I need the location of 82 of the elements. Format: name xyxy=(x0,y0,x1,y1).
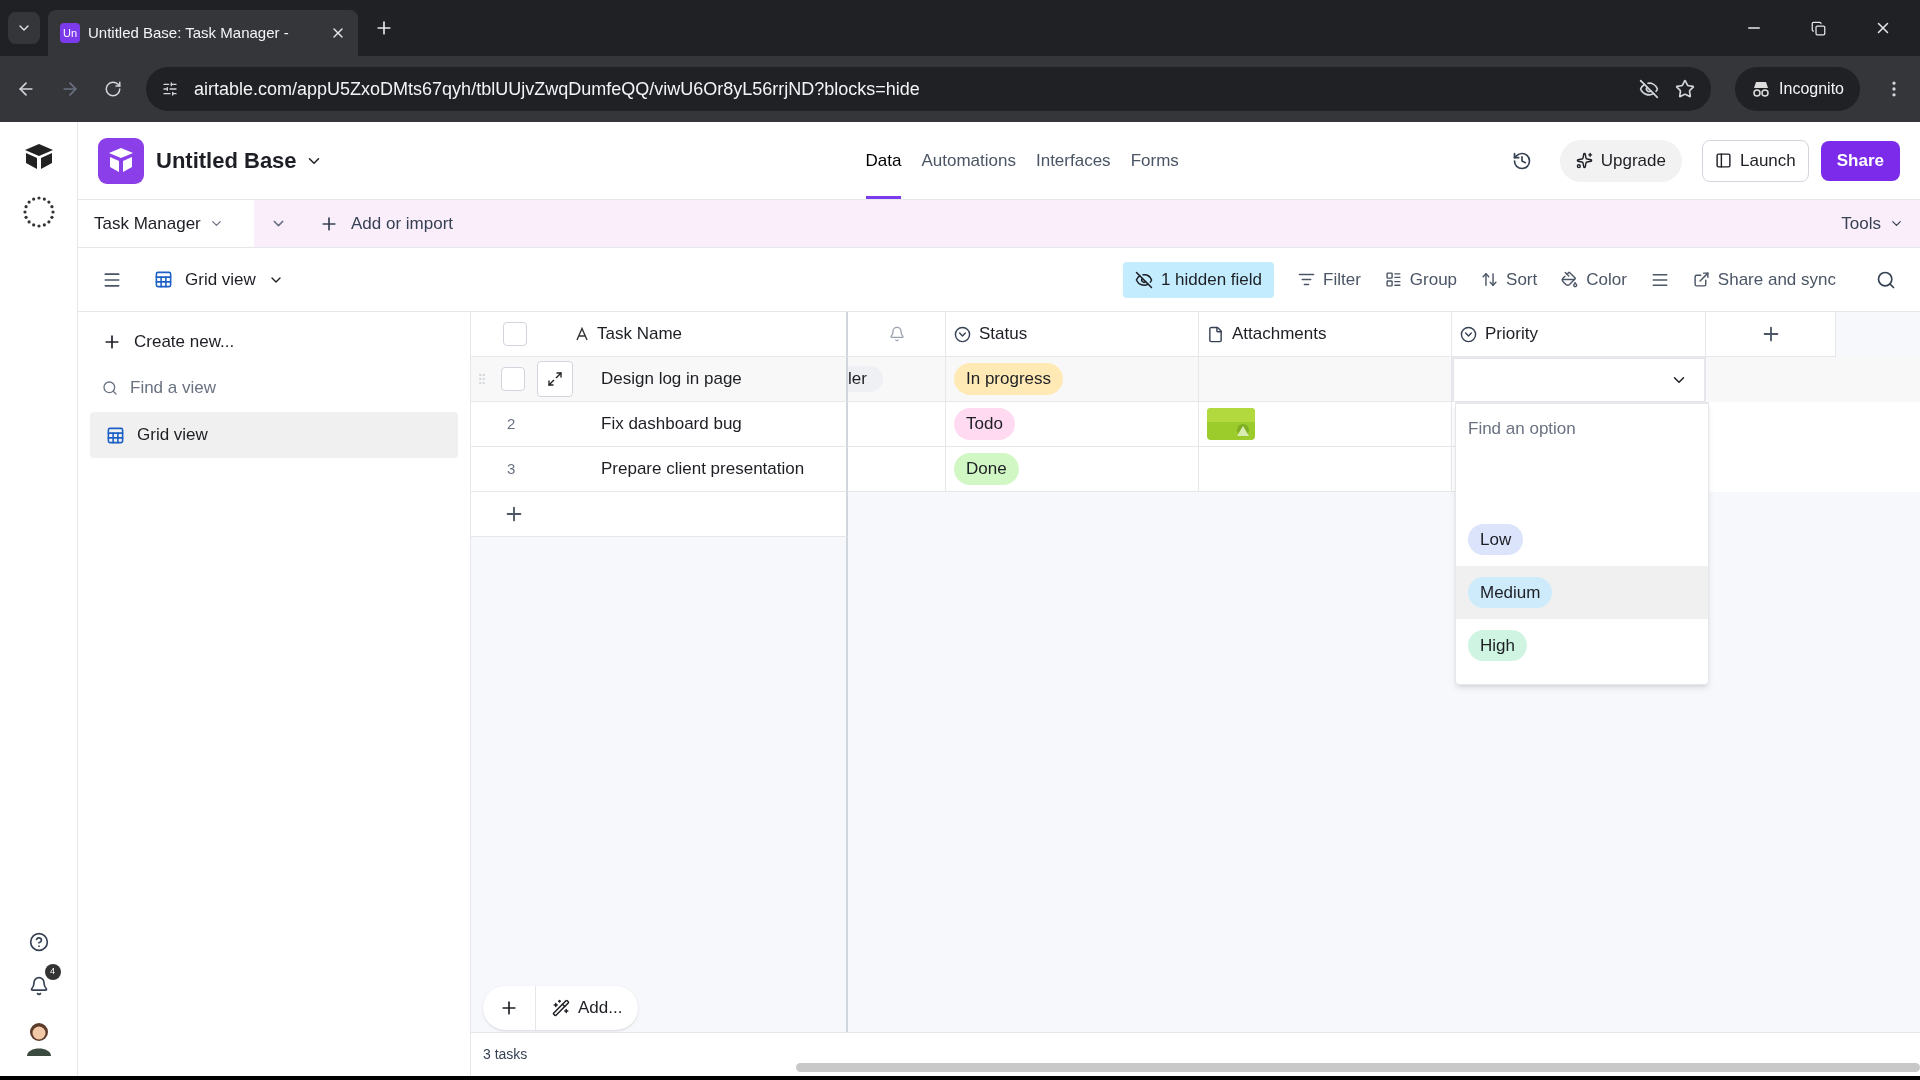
row-checkbox[interactable] xyxy=(501,367,525,391)
bookmark-icon[interactable] xyxy=(1675,79,1696,99)
reload-icon[interactable] xyxy=(104,80,122,98)
option-tag: Medium xyxy=(1468,576,1553,609)
nav-tab[interactable]: Automations xyxy=(921,122,1016,199)
record-count: 3 tasks xyxy=(483,1045,528,1064)
status-tag: Done xyxy=(954,453,1019,485)
select-field-icon xyxy=(954,325,971,343)
toolbar-button[interactable]: Filter xyxy=(1298,266,1361,293)
url-text: airtable.com/appU5ZxoDMts67qyh/tblUUjvZwqDumfeQQ/viwU6Or8yL56rrjND?blocks=hide xyxy=(194,77,921,101)
row-number: 3 xyxy=(507,458,516,479)
hidden-fields-button[interactable]: 1 hidden field xyxy=(1122,261,1274,298)
column-header[interactable]: Task Name xyxy=(597,321,683,347)
launch-button[interactable]: Launch xyxy=(1701,139,1809,182)
toolbar-button[interactable]: Color xyxy=(1561,266,1627,293)
incognito-icon xyxy=(1751,81,1772,97)
file-icon xyxy=(1207,325,1224,343)
history-icon[interactable] xyxy=(1511,150,1532,171)
share-button[interactable]: Share xyxy=(1820,140,1900,181)
find-view-field[interactable]: Find a view xyxy=(130,375,446,401)
toolbar-button[interactable]: Share and sync xyxy=(1692,266,1836,293)
search-icon xyxy=(102,380,118,396)
select-all-checkbox[interactable] xyxy=(503,322,527,346)
create-new-button[interactable]: Create new... xyxy=(90,320,458,364)
base-name[interactable]: Untitled Base xyxy=(156,144,297,177)
view-switcher[interactable]: Grid view xyxy=(154,266,284,293)
grid-icon xyxy=(106,425,125,445)
dropdown-option[interactable]: High xyxy=(1456,619,1708,672)
option-search-field[interactable]: Find an option xyxy=(1456,403,1708,453)
expand-record-button[interactable] xyxy=(537,361,573,397)
share-icon xyxy=(1692,271,1710,288)
editing-cell[interactable] xyxy=(1452,357,1706,402)
nav-tab[interactable]: Forms xyxy=(1130,122,1179,199)
dropdown-option[interactable]: Medium xyxy=(1456,566,1708,619)
address-bar[interactable]: airtable.com/appU5ZxoDMts67qyh/tblUUjvZwqDumfeQQ/viwU6Or8yL56rrjND?blocks=hide xyxy=(146,67,1712,111)
option-tag: Low xyxy=(1468,523,1524,556)
sort-icon xyxy=(1481,271,1499,288)
sparkles-icon xyxy=(1575,152,1593,169)
expand-icon xyxy=(547,371,563,387)
base-icon[interactable] xyxy=(98,137,144,184)
column-header[interactable]: Priority xyxy=(1485,321,1538,347)
text-field-icon xyxy=(575,327,589,341)
group-icon xyxy=(1384,271,1402,288)
table-cell-text: Design log in page xyxy=(601,368,742,391)
tab-list-button[interactable] xyxy=(8,12,40,44)
browser-tab[interactable]: Un Untitled Base: Task Manager - xyxy=(48,10,358,56)
tools-button[interactable]: Tools xyxy=(1841,210,1904,237)
help-icon[interactable] xyxy=(28,932,49,952)
eye-off-icon xyxy=(1134,270,1153,289)
panel-icon xyxy=(1714,152,1732,169)
column-header[interactable]: Status xyxy=(979,321,1028,347)
select-field-icon xyxy=(1460,325,1477,343)
status-tag: Todo xyxy=(954,408,1015,440)
search-icon[interactable] xyxy=(1876,269,1896,290)
add-or-import-button[interactable]: Add or import xyxy=(319,210,454,237)
magic-wand-icon xyxy=(552,999,570,1017)
tab-title: Untitled Base: Task Manager - xyxy=(88,22,290,43)
grid-icon xyxy=(154,270,173,289)
option-tag: High xyxy=(1468,629,1527,662)
table-tab[interactable]: Task Manager xyxy=(78,200,254,247)
status-tag: In progress xyxy=(954,363,1064,395)
view-item[interactable]: Grid view xyxy=(90,412,458,458)
row-number: 2 xyxy=(507,413,516,434)
table-cell-text: Prepare client presentation xyxy=(601,458,805,481)
notification-count: 4 xyxy=(44,964,61,980)
toolbar-button[interactable]: Sort xyxy=(1481,266,1538,293)
horizontal-scrollbar[interactable] xyxy=(796,1063,1920,1072)
notification-bell-icon[interactable] xyxy=(28,976,49,996)
eye-off-icon[interactable] xyxy=(1639,79,1660,99)
dropdown-option[interactable]: Low xyxy=(1456,513,1708,566)
paint-bucket-icon xyxy=(1561,271,1579,288)
bell-icon xyxy=(888,326,905,342)
filter-icon xyxy=(1298,271,1315,288)
toolbar-button[interactable]: Group xyxy=(1384,266,1458,293)
incognito-button[interactable]: Incognito xyxy=(1735,67,1860,111)
table-cell-text: Fix dashboard bug xyxy=(601,413,742,436)
table-cell: ler xyxy=(848,366,883,392)
restore-icon[interactable] xyxy=(1811,20,1826,36)
site-settings-icon[interactable] xyxy=(162,81,178,97)
nav-tab[interactable]: Interfaces xyxy=(1035,122,1111,199)
upgrade-button[interactable]: Upgrade xyxy=(1559,139,1682,182)
favicon: Un xyxy=(60,23,80,43)
